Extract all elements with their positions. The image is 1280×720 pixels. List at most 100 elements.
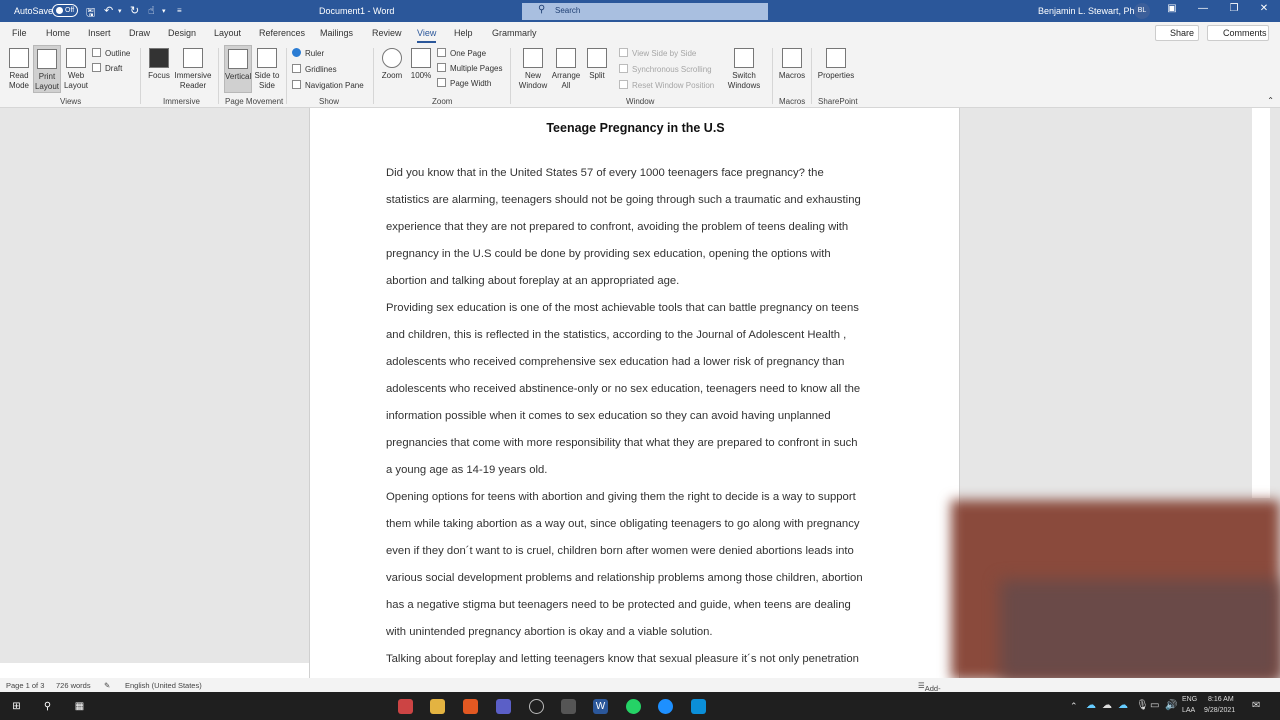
tab-view[interactable]: View xyxy=(417,28,437,43)
add-ins-status[interactable]: ☰ Add-ins xyxy=(918,681,941,702)
proofing-icon[interactable]: ✎ xyxy=(104,681,110,690)
search-box[interactable]: ⚲ Search xyxy=(522,3,768,20)
touch-dropdown-icon[interactable]: ▾ xyxy=(162,7,166,15)
switch-windows-button[interactable]: Switch Windows xyxy=(722,48,766,91)
properties-button[interactable]: Properties xyxy=(816,48,856,81)
group-macros: Macros xyxy=(779,97,806,106)
one-page-button[interactable]: One Page xyxy=(437,48,486,58)
undo-dropdown-icon[interactable]: ▾ xyxy=(118,7,122,15)
search-icon[interactable]: ⚲ xyxy=(40,699,55,714)
onedrive-icon[interactable]: ☁ xyxy=(1102,700,1112,711)
tab-design[interactable]: Design xyxy=(168,28,196,38)
view-side-by-side-button[interactable]: View Side by Side xyxy=(619,48,696,58)
onedrive-blue-icon[interactable]: ☁ xyxy=(1118,700,1128,711)
tab-references[interactable]: References xyxy=(259,28,305,38)
keyboard-layout[interactable]: LAA xyxy=(1182,707,1195,714)
zoom-button[interactable]: Zoom xyxy=(379,48,405,81)
minimize-icon[interactable]: — xyxy=(1195,3,1211,14)
tab-help[interactable]: Help xyxy=(454,28,473,38)
side-to-side-label: Side to Side xyxy=(254,71,280,90)
share-button[interactable]: Share xyxy=(1155,25,1199,41)
windows-start-icon[interactable]: ⊞ xyxy=(9,699,24,714)
zoom-100-button[interactable]: 100% xyxy=(408,48,434,81)
page-count[interactable]: Page 1 of 3 xyxy=(6,681,44,690)
word-count[interactable]: 726 words xyxy=(56,681,91,690)
avatar[interactable]: BL xyxy=(1134,3,1150,19)
arrange-all-button[interactable]: Arrange All xyxy=(550,48,582,91)
new-window-button[interactable]: New Window xyxy=(516,48,550,91)
word-taskbar-icon[interactable]: W xyxy=(593,699,608,714)
zoom-app-icon[interactable] xyxy=(691,699,706,714)
vertical-button[interactable]: Vertical xyxy=(224,45,252,93)
app-icon[interactable] xyxy=(658,699,673,714)
split-button[interactable]: Split xyxy=(585,48,609,81)
outline-button[interactable]: Outline xyxy=(92,48,130,58)
side-to-side-icon xyxy=(257,48,277,68)
task-view-icon[interactable]: ▦ xyxy=(72,699,87,714)
checkbox-icon xyxy=(292,64,301,73)
side-to-side-button[interactable]: Side to Side xyxy=(253,48,281,91)
text-line: adolescents who received comprehensive s… xyxy=(386,356,845,368)
save-icon[interactable]: 🖫 xyxy=(86,4,95,23)
tab-layout[interactable]: Layout xyxy=(214,28,241,38)
clock-date[interactable]: 9/28/2021 xyxy=(1204,707,1235,714)
vertical-label: Vertical xyxy=(225,72,252,81)
clock-app-icon[interactable] xyxy=(529,699,544,714)
page-width-button[interactable]: Page Width xyxy=(437,78,491,88)
file-explorer-icon[interactable] xyxy=(430,699,445,714)
page-width-label: Page Width xyxy=(450,79,492,88)
print-layout-button[interactable]: Print Layout xyxy=(33,45,61,93)
read-mode-button[interactable]: Read Mode xyxy=(5,48,33,91)
immersive-reader-button[interactable]: Immersive Reader xyxy=(173,48,213,91)
redo-icon[interactable]: ↻ xyxy=(130,4,139,17)
network-icon[interactable]: ▭ xyxy=(1150,700,1159,711)
microphone-icon[interactable]: 🎙 xyxy=(1136,700,1149,711)
tab-home[interactable]: Home xyxy=(46,28,70,38)
language-status[interactable]: English (United States) xyxy=(125,681,202,690)
chrome-icon[interactable] xyxy=(398,699,413,714)
user-name[interactable]: Benjamin L. Stewart, PhD xyxy=(1038,6,1141,16)
close-icon[interactable]: ✕ xyxy=(1256,3,1272,14)
focus-button[interactable]: Focus xyxy=(146,48,172,81)
clock-time[interactable]: 8:16 AM xyxy=(1208,696,1234,703)
gridlines-checkbox[interactable]: Gridlines xyxy=(292,64,337,74)
macros-button[interactable]: Macros xyxy=(778,48,806,81)
separator xyxy=(510,48,511,104)
collapse-ribbon-icon[interactable]: ⌃ xyxy=(1267,96,1274,105)
volume-icon[interactable]: 🔊 xyxy=(1165,700,1177,711)
tab-insert[interactable]: Insert xyxy=(88,28,111,38)
tab-review[interactable]: Review xyxy=(372,28,402,38)
touch-mode-icon[interactable]: ☝ xyxy=(148,4,155,17)
language-indicator[interactable]: ENG xyxy=(1182,696,1197,703)
search-icon: ⚲ xyxy=(538,4,546,15)
web-layout-button[interactable]: Web Layout xyxy=(62,48,90,91)
vertical-scrollbar[interactable] xyxy=(1252,108,1270,498)
notifications-icon[interactable]: ✉ xyxy=(1252,700,1260,711)
ribbon-display-icon[interactable]: ▣ xyxy=(1164,3,1180,14)
customize-qat-icon[interactable]: ≡ xyxy=(177,6,182,15)
navigation-pane-checkbox[interactable]: Navigation Pane xyxy=(292,80,364,90)
focus-icon xyxy=(149,48,169,68)
tray-overflow-icon[interactable]: ⌃ xyxy=(1070,701,1078,712)
draft-button[interactable]: Draft xyxy=(92,63,122,73)
sync-scrolling-button[interactable]: Synchronous Scrolling xyxy=(619,64,712,74)
ruler-checkbox[interactable]: Ruler xyxy=(292,48,324,58)
autosave-toggle[interactable]: Off xyxy=(52,4,78,17)
multiple-pages-button[interactable]: Multiple Pages xyxy=(437,63,502,73)
tab-mailings[interactable]: Mailings xyxy=(320,28,353,38)
tab-draw[interactable]: Draw xyxy=(129,28,150,38)
restore-icon[interactable]: ❐ xyxy=(1226,3,1242,14)
text-line: and children, this is reflected in the s… xyxy=(386,329,847,341)
undo-icon[interactable]: ↶ xyxy=(104,4,113,17)
tab-file[interactable]: File xyxy=(12,28,27,38)
comments-button[interactable]: Comments xyxy=(1207,25,1269,41)
teams-icon[interactable] xyxy=(496,699,511,714)
whatsapp-icon[interactable] xyxy=(626,699,641,714)
document-page[interactable]: Teenage Pregnancy in the U.S Did you kno… xyxy=(309,108,960,678)
brave-icon[interactable] xyxy=(463,699,478,714)
cloud-icon[interactable]: ☁ xyxy=(1086,700,1096,711)
snipping-icon[interactable] xyxy=(561,699,576,714)
gridlines-label: Gridlines xyxy=(305,65,337,74)
reset-window-button[interactable]: Reset Window Position xyxy=(619,80,714,90)
tab-grammarly[interactable]: Grammarly xyxy=(492,28,537,38)
